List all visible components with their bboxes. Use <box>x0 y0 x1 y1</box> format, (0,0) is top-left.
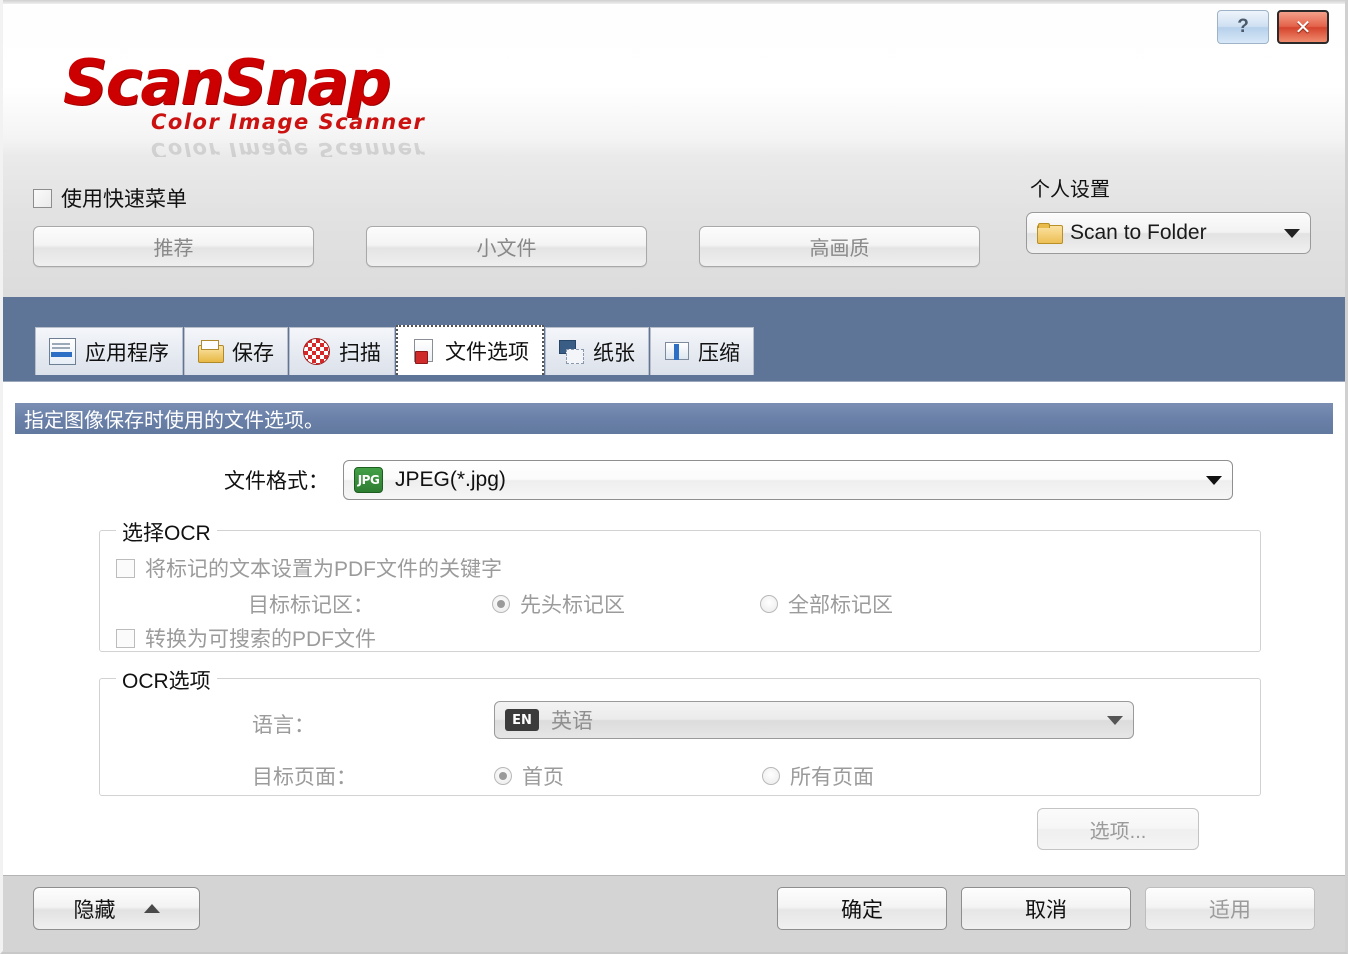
tab-scanning-label: 扫描 <box>339 341 381 365</box>
panel-hint-bar: 指定图像保存时使用的文件选项。 <box>15 403 1333 434</box>
jpg-icon: JPG <box>354 467 383 493</box>
file-format-row: 文件格式： JPG JPEG(*.jpg) <box>3 460 1345 500</box>
file-option-panel: 指定图像保存时使用的文件选项。 文件格式： JPG JPEG(*.jpg) 选择… <box>3 381 1345 876</box>
ocr-options-group-title: OCR选项 <box>116 665 217 695</box>
radio-all-pages-row[interactable]: 所有页面 <box>762 761 874 791</box>
folder-save-icon <box>198 339 224 364</box>
ocr-select-group-title: 选择OCR <box>116 517 217 547</box>
language-label: 语言： <box>252 714 315 737</box>
footer-action-buttons: 确定 取消 适用 <box>777 887 1315 930</box>
options-button[interactable]: 选项... <box>1037 808 1199 850</box>
chevron-down-icon <box>1107 715 1123 725</box>
target-pages-label-row: 目标页面： <box>252 761 357 791</box>
ocr-searchable-checkbox[interactable] <box>116 628 135 648</box>
radio-all-marked-areas[interactable] <box>760 595 778 613</box>
file-format-value: JPEG(*.jpg) <box>395 468 506 491</box>
profile-selected-value: Scan to Folder <box>1070 221 1207 244</box>
language-dropdown[interactable]: EN 英语 <box>494 701 1134 739</box>
preset-button-recommended[interactable]: 推荐 <box>33 226 314 267</box>
logo-sub-text: Color Image Scanner <box>151 110 426 134</box>
language-label-row: 语言： <box>252 709 315 739</box>
chevron-down-icon <box>1284 228 1300 238</box>
footer-bar: 隐藏 确定 取消 适用 <box>3 875 1345 952</box>
radio-first-page[interactable] <box>494 767 512 785</box>
file-option-icon <box>411 338 436 364</box>
preset-button-small-file[interactable]: 小文件 <box>366 226 647 267</box>
en-language-icon: EN <box>505 709 539 731</box>
radio-first-marked-area-label: 先头标记区 <box>520 594 625 617</box>
close-icon[interactable]: ✕ <box>1277 10 1329 44</box>
radio-first-marked-area[interactable] <box>492 595 510 613</box>
ocr-keyword-label: 将标记的文本设置为PDF文件的关键字 <box>145 558 502 581</box>
marked-area-label: 目标标记区： <box>248 594 374 617</box>
radio-first-marked-area-row[interactable]: 先头标记区 <box>492 589 625 619</box>
tab-band: 应用程序 保存 扫描 文件选项 纸张 压缩 <box>3 297 1345 382</box>
application-icon <box>49 338 76 365</box>
preset-area: 使用快速菜单 个人设置 Scan to Folder 推荐 小文件 高画质 <box>3 157 1345 297</box>
tab-paper[interactable]: 纸张 <box>545 327 649 375</box>
radio-all-marked-areas-label: 全部标记区 <box>788 594 893 617</box>
profile-dropdown[interactable]: Scan to Folder <box>1026 212 1311 254</box>
window-controls: ? ✕ <box>1217 10 1329 44</box>
hide-button-label: 隐藏 <box>73 898 116 922</box>
logo-reflection: Color Image Scanner <box>151 138 426 158</box>
ocr-searchable-checkbox-row[interactable]: 转换为可搜索的PDF文件 <box>116 623 376 653</box>
radio-all-pages-label: 所有页面 <box>790 766 874 789</box>
profile-block: 个人设置 Scan to Folder <box>1026 173 1311 254</box>
help-button[interactable]: ? <box>1217 10 1269 44</box>
app-banner: ScanSnap Color Image Scanner Color Image… <box>3 0 1345 158</box>
use-quick-menu-checkbox[interactable] <box>33 188 52 208</box>
scansnap-setup-window: ScanSnap Color Image Scanner Color Image… <box>0 0 1348 954</box>
language-value: 英语 <box>551 710 593 733</box>
ok-button[interactable]: 确定 <box>777 887 947 930</box>
tab-application[interactable]: 应用程序 <box>35 327 183 375</box>
scansnap-logo: ScanSnap Color Image Scanner Color Image… <box>63 46 663 158</box>
apply-button[interactable]: 适用 <box>1145 887 1315 930</box>
marked-area-label-row: 目标标记区： <box>248 589 374 619</box>
target-pages-label: 目标页面： <box>252 766 357 789</box>
logo-main-text: ScanSnap <box>63 46 391 119</box>
radio-all-pages[interactable] <box>762 767 780 785</box>
tab-save[interactable]: 保存 <box>184 327 288 375</box>
tab-file-option-label: 文件选项 <box>445 341 529 364</box>
ocr-keyword-checkbox[interactable] <box>116 558 135 578</box>
file-format-label: 文件格式： <box>224 470 329 493</box>
ocr-searchable-label: 转换为可搜索的PDF文件 <box>145 628 376 651</box>
preset-buttons: 推荐 小文件 高画质 <box>33 226 980 267</box>
ocr-options-group: OCR选项 语言： EN 英语 目标页面： 首页 所有页面 <box>99 665 1261 796</box>
tab-save-label: 保存 <box>232 341 274 365</box>
tab-file-option[interactable]: 文件选项 <box>396 325 544 375</box>
ocr-select-group: 选择OCR 将标记的文本设置为PDF文件的关键字 目标标记区： 先头标记区 全部… <box>99 517 1261 653</box>
chevron-up-icon <box>143 904 160 913</box>
tab-compression-label: 压缩 <box>698 341 740 365</box>
radio-first-page-label: 首页 <box>522 766 564 789</box>
radio-all-marked-areas-row[interactable]: 全部标记区 <box>760 589 893 619</box>
compression-icon <box>664 339 689 364</box>
tab-list: 应用程序 保存 扫描 文件选项 纸张 压缩 <box>35 325 755 375</box>
tab-application-label: 应用程序 <box>85 341 169 365</box>
tab-paper-label: 纸张 <box>593 341 635 365</box>
chevron-down-icon <box>1206 475 1222 485</box>
cancel-button[interactable]: 取消 <box>961 887 1131 930</box>
file-format-dropdown[interactable]: JPG JPEG(*.jpg) <box>343 460 1233 500</box>
profile-label: 个人设置 <box>1030 179 1110 201</box>
ocr-keyword-checkbox-row[interactable]: 将标记的文本设置为PDF文件的关键字 <box>116 553 502 583</box>
use-quick-menu-label: 使用快速菜单 <box>61 188 187 211</box>
preset-button-high-quality[interactable]: 高画质 <box>699 226 980 267</box>
banner-top-strip <box>3 0 1345 4</box>
folder-icon <box>1037 223 1063 244</box>
tab-compression[interactable]: 压缩 <box>650 327 754 375</box>
paper-icon <box>559 339 584 364</box>
use-quick-menu-row[interactable]: 使用快速菜单 <box>33 183 187 213</box>
scanning-ball-icon <box>303 338 330 365</box>
tab-scanning[interactable]: 扫描 <box>289 327 395 375</box>
radio-first-page-row[interactable]: 首页 <box>494 761 564 791</box>
hide-button[interactable]: 隐藏 <box>33 887 200 930</box>
